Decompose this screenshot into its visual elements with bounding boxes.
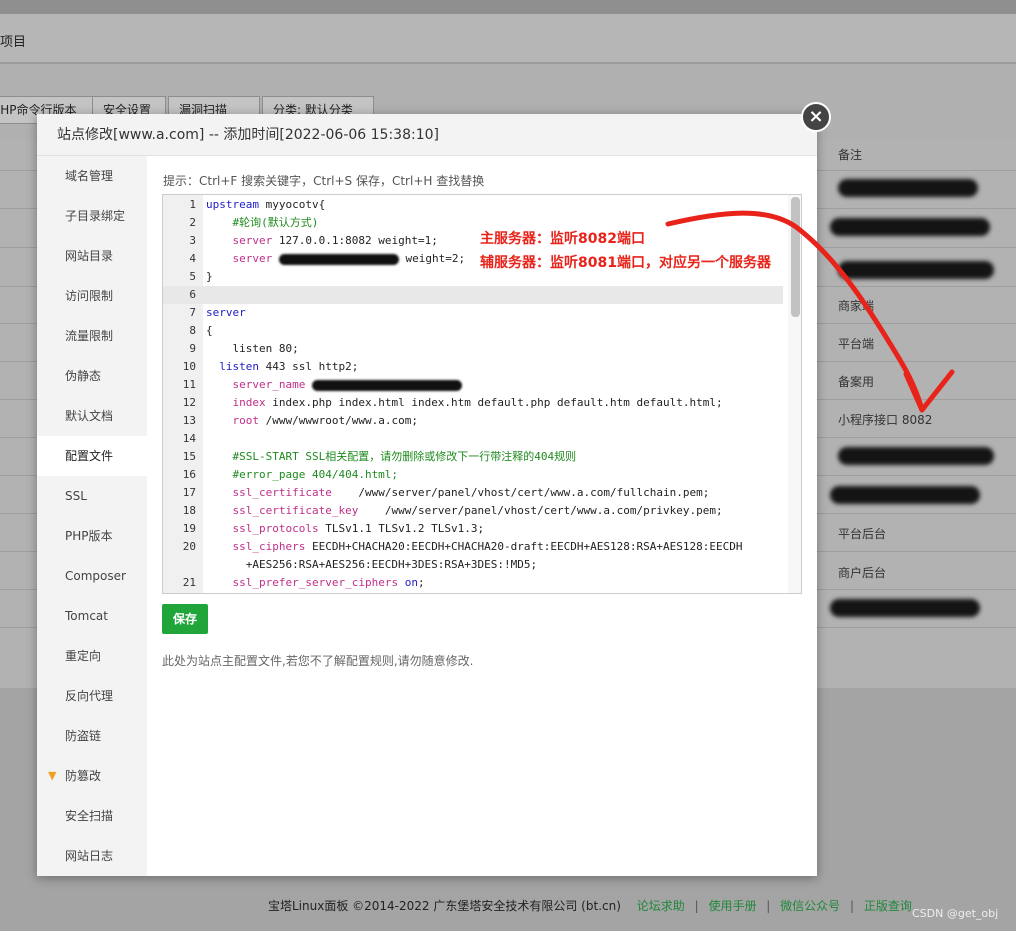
sidebar-item-site-log[interactable]: 网站日志 (37, 836, 147, 876)
code-line: 14 (182, 432, 196, 445)
sidebar-item-label: PHP版本 (65, 529, 113, 543)
sidebar-item-hotlink[interactable]: 防盗链 (37, 716, 147, 756)
sidebar-item-site-dir[interactable]: 网站目录 (37, 236, 147, 276)
code-line: 1 upstream myyocotv{ (189, 198, 326, 211)
redacted-note (838, 261, 994, 279)
copyright-text: 宝塔Linux面板 ©2014-2022 广东堡塔安全技术有限公司 (bt.cn… (268, 899, 621, 913)
sidebar-item-config-file[interactable]: 配置文件 (37, 436, 147, 476)
page-header: 项目 (0, 14, 1016, 64)
redacted-note (838, 179, 978, 197)
code-line-current: 6 (163, 286, 783, 304)
sidebar-item-security-scan[interactable]: 安全扫描 (37, 796, 147, 836)
remark-merchant-admin: 商户后台 (838, 566, 887, 580)
sidebar-item-label: 防盗链 (65, 729, 102, 743)
redacted-note (838, 447, 994, 465)
sidebar-item-label: SSL (65, 489, 87, 503)
sidebar-item-label: 默认文档 (65, 409, 114, 423)
forum-help-link[interactable]: 论坛求助 (637, 899, 685, 913)
sidebar-item-php-version[interactable]: PHP版本 (37, 516, 147, 556)
code-line: 16 #error_page 404/404.html; (182, 468, 399, 481)
sidebar-item-label: Composer (65, 569, 126, 583)
page-header-title: 项目 (0, 35, 27, 50)
code-line: 12 index index.php index.html index.htm … (182, 396, 723, 409)
code-line: 8{ (189, 324, 213, 337)
sidebar-item-tamper-proof[interactable]: ▼ 防篡改 (37, 756, 147, 796)
redacted-note (830, 599, 980, 617)
sidebar-item-label: 域名管理 (65, 169, 114, 183)
code-line: 7 server (189, 306, 246, 319)
code-line: 20 ssl_ciphers EECDH+CHACHA20:EECDH+CHAC… (182, 540, 743, 553)
gem-icon: ▼ (48, 769, 57, 782)
sidebar-item-label: 子目录绑定 (65, 209, 126, 223)
code-line: 10 listen 443 ssl http2; (182, 360, 359, 373)
config-warning-note: 此处为站点主配置文件,若您不了解配置规则,请勿随意修改. (162, 654, 474, 668)
sidebar-item-domain[interactable]: 域名管理 (37, 156, 147, 196)
sidebar-item-label: 防篡改 (65, 769, 102, 783)
sidebar-item-label: 网站日志 (65, 849, 114, 863)
sidebar-item-default-doc[interactable]: 默认文档 (37, 396, 147, 436)
sidebar-item-access-limit[interactable]: 访问限制 (37, 276, 147, 316)
sidebar-item-label: 流量限制 (65, 329, 114, 343)
code-line: 11 server_name (163, 376, 783, 394)
license-check-link[interactable]: 正版查询 (864, 899, 912, 913)
redacted-note (830, 218, 990, 236)
code-line: 13 root /www/wwwroot/www.a.com; (182, 414, 418, 427)
dialog-sidebar: 域名管理 子目录绑定 网站目录 访问限制 流量限制 伪静态 默认文档 配置文件 … (37, 156, 147, 876)
sidebar-item-redirect[interactable]: 重定向 (37, 636, 147, 676)
annotation-primary-server: 主服务器：监听8082端口 (480, 231, 645, 247)
sidebar-item-label: 网站目录 (65, 249, 114, 263)
sidebar-item-label: 伪静态 (65, 369, 102, 383)
wechat-account-link[interactable]: 微信公众号 (780, 899, 840, 913)
sidebar-item-composer[interactable]: Composer (37, 556, 147, 596)
save-button[interactable]: 保存 (162, 604, 208, 634)
sidebar-item-label: 配置文件 (65, 449, 114, 463)
code-line: 19 ssl_protocols TLSv1.1 TLSv1.2 TLSv1.3… (182, 522, 485, 535)
redacted-address (278, 253, 399, 265)
sidebar-item-reverse-proxy[interactable]: 反向代理 (37, 676, 147, 716)
editor-scroll-thumb[interactable] (791, 197, 800, 317)
user-manual-link[interactable]: 使用手册 (708, 899, 756, 913)
dialog-title: 站点修改[www.a.com] -- 添加时间[2022-06-06 15:38… (37, 114, 817, 156)
sidebar-item-label: 重定向 (65, 649, 102, 663)
remark-merchant: 商家端 (838, 299, 875, 313)
sidebar-item-label: 反向代理 (65, 689, 114, 703)
close-icon[interactable]: × (801, 102, 831, 132)
code-line-wrap: +AES256:RSA+AES256:EECDH+3DES:RSA+3DES:!… (206, 558, 538, 571)
code-line: 17 ssl_certificate /www/server/panel/vho… (182, 486, 710, 499)
remark-column-header: 备注 (838, 148, 863, 162)
site-edit-dialog: 站点修改[www.a.com] -- 添加时间[2022-06-06 15:38… (37, 114, 817, 876)
sidebar-item-traffic-limit[interactable]: 流量限制 (37, 316, 147, 356)
annotation-secondary-server: 辅服务器：监听8081端口，对应另一个服务器 (480, 255, 771, 271)
shortcut-tip: 提示：Ctrl+F 搜索关键字，Ctrl+S 保存，Ctrl+H 查找替换 (163, 174, 485, 188)
remark-platform-admin: 平台后台 (838, 527, 887, 541)
remark-platform: 平台端 (838, 337, 875, 351)
sidebar-item-subdir-bind[interactable]: 子目录绑定 (37, 196, 147, 236)
code-line: 18 ssl_certificate_key /www/server/panel… (182, 504, 723, 517)
sidebar-item-label: 访问限制 (65, 289, 114, 303)
sidebar-item-label: Tomcat (65, 609, 108, 623)
code-line: 2 #轮询(默认方式) (189, 216, 319, 229)
remark-filing: 备案用 (838, 375, 875, 389)
code-line: 15 #SSL-START SSL相关配置，请勿删除或修改下一行带注释的404规… (182, 450, 577, 463)
top-strip (0, 0, 1016, 14)
sidebar-item-ssl[interactable]: SSL (37, 476, 147, 516)
footer: 宝塔Linux面板 ©2014-2022 广东堡塔安全技术有限公司 (bt.cn… (268, 899, 912, 913)
sidebar-item-rewrite[interactable]: 伪静态 (37, 356, 147, 396)
remark-miniprogram-api: 小程序接口 8082 (838, 413, 933, 427)
watermark: CSDN @get_obj (912, 907, 999, 920)
redacted-note (830, 486, 980, 504)
code-line: 21 ssl_prefer_server_ciphers on; (182, 576, 425, 589)
code-line: 3 server 127.0.0.1:8082 weight=1; (189, 234, 438, 247)
redacted-domain (311, 379, 462, 391)
sidebar-item-tomcat[interactable]: Tomcat (37, 596, 147, 636)
sidebar-item-label: 安全扫描 (65, 809, 114, 823)
code-line: 9 listen 80; (189, 342, 299, 355)
